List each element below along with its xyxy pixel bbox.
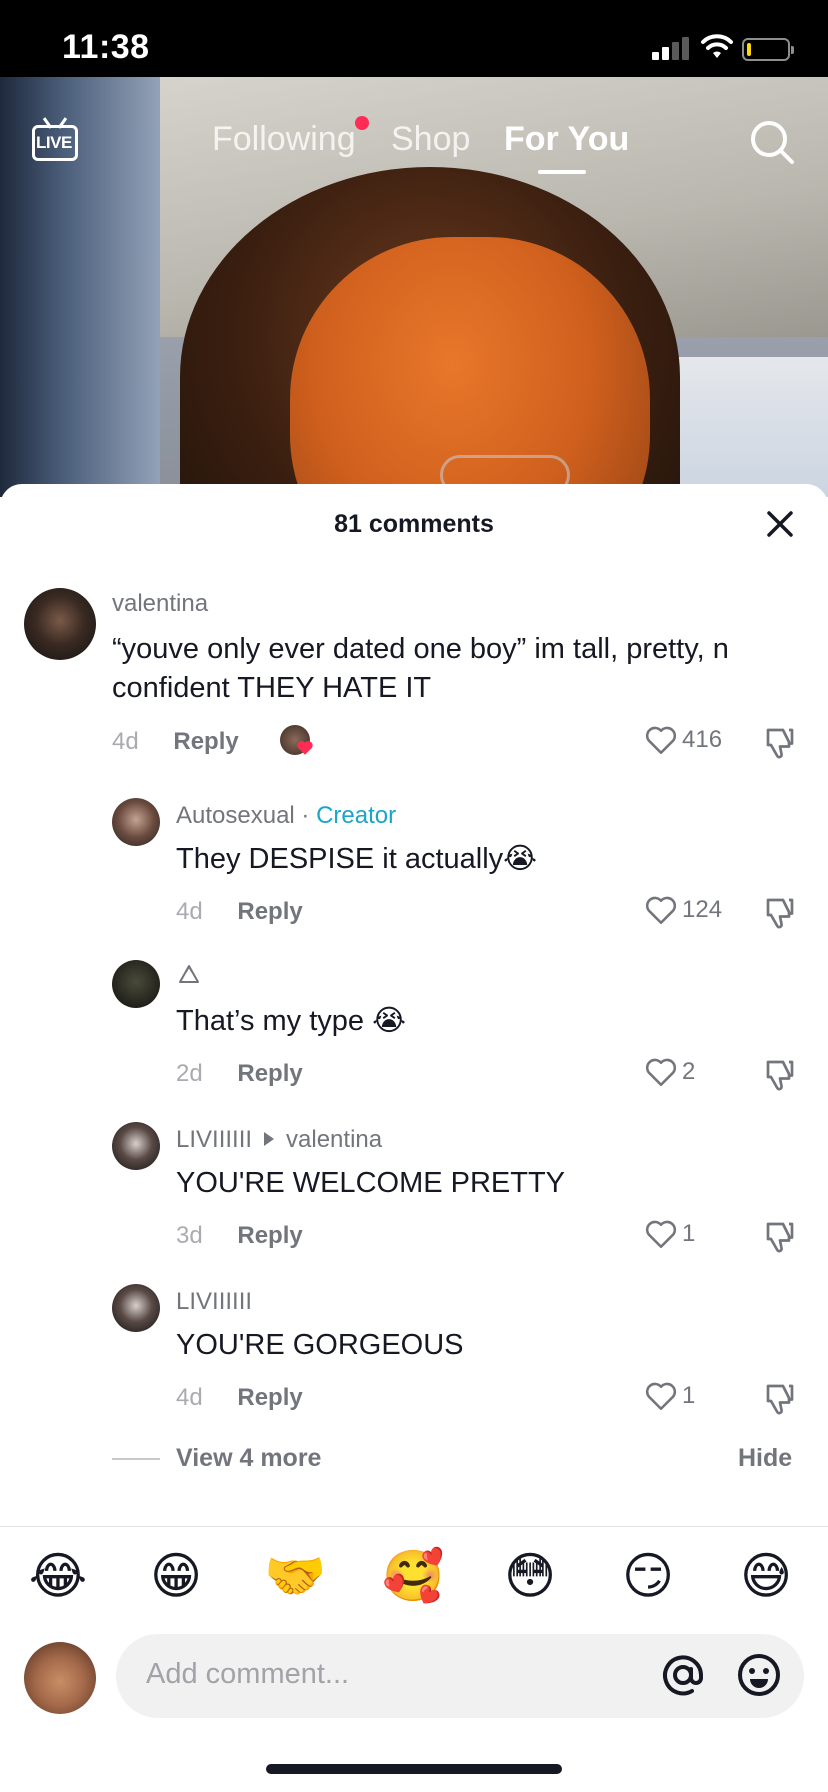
comment-username[interactable]: LIVIIIIII — [176, 1288, 252, 1316]
reply-button[interactable]: Reply — [237, 1222, 302, 1249]
like-button[interactable]: 416 — [644, 722, 734, 758]
close-icon[interactable] — [764, 508, 796, 540]
creator-liked-badge — [280, 725, 314, 759]
emoji-picker-icon[interactable] — [736, 1652, 782, 1698]
username-text[interactable]: LIVIIIIII — [176, 1126, 252, 1153]
comment-text: YOU'RE GORGEOUS — [176, 1329, 464, 1361]
comment-count-title: 81 comments — [334, 510, 494, 538]
comment-input-placeholder: Add comment... — [146, 1658, 350, 1690]
comment-text: “youve only ever dated one boy” im tall,… — [112, 633, 729, 704]
comment-age: 4d — [176, 898, 203, 925]
heart-icon — [297, 741, 313, 755]
view-more-divider — [112, 1458, 160, 1460]
emoji-button[interactable]: 😏 — [618, 1546, 678, 1606]
like-button[interactable]: 1 — [644, 1378, 734, 1414]
username-text[interactable]: Autosexual — [176, 802, 295, 829]
avatar[interactable] — [112, 1122, 160, 1170]
signal-icon — [652, 36, 690, 60]
like-button[interactable]: 124 — [644, 892, 734, 928]
dislike-icon[interactable] — [762, 1380, 798, 1416]
comment-meta: 4d Reply — [176, 1384, 303, 1412]
dislike-icon[interactable] — [762, 894, 798, 930]
reply-to-username[interactable]: valentina — [286, 1126, 382, 1153]
hide-replies-button[interactable]: Hide — [738, 1444, 792, 1473]
dislike-icon[interactable] — [762, 1056, 798, 1092]
comment-username[interactable]: LIVIIIIII valentina — [176, 1126, 382, 1154]
creator-badge: Creator — [316, 802, 397, 829]
avatar[interactable] — [112, 798, 160, 846]
reply-button[interactable]: Reply — [237, 898, 302, 925]
heart-outline-icon — [645, 896, 677, 925]
dislike-icon[interactable] — [762, 1218, 798, 1254]
like-count: 124 — [682, 896, 723, 923]
comment-username[interactable]: valentina — [112, 590, 208, 618]
comment-meta: 2d Reply — [176, 1060, 303, 1088]
emoji-button[interactable]: 😳 — [500, 1546, 560, 1606]
comment-meta: 4d Reply — [176, 898, 303, 926]
like-count: 416 — [682, 726, 723, 753]
comment-meta: 3d Reply — [176, 1222, 303, 1250]
top-nav-tabs: Following Shop For You — [0, 120, 828, 170]
tab-following[interactable]: Following — [212, 120, 356, 159]
heart-outline-icon — [645, 1058, 677, 1087]
like-button[interactable]: 2 — [644, 1054, 734, 1090]
dislike-icon[interactable] — [762, 724, 798, 760]
tab-for-you[interactable]: For You — [504, 120, 629, 159]
active-tab-indicator — [538, 170, 586, 174]
reply-button[interactable]: Reply — [237, 1060, 302, 1087]
my-avatar[interactable] — [24, 1642, 96, 1714]
heart-outline-icon — [645, 1220, 677, 1249]
comment-age: 2d — [176, 1060, 203, 1087]
recycle-icon — [179, 965, 199, 983]
search-icon[interactable] — [748, 118, 796, 166]
reply-button[interactable]: Reply — [173, 728, 238, 755]
mention-icon[interactable] — [660, 1652, 706, 1698]
comment-username[interactable]: Autosexual · Creator — [176, 802, 396, 830]
emoji-button[interactable]: 😁 — [146, 1546, 206, 1606]
emoji-button[interactable]: 🤝 — [264, 1546, 326, 1606]
view-more-replies-button[interactable]: View 4 more — [176, 1444, 321, 1473]
comment-text: That’s my type 😭 — [176, 1005, 406, 1037]
like-button[interactable]: 1 — [644, 1216, 734, 1252]
status-time: 11:38 — [62, 28, 150, 66]
like-count: 1 — [682, 1220, 696, 1247]
username-separator: · — [294, 802, 317, 829]
comment-age: 3d — [176, 1222, 203, 1249]
avatar[interactable] — [112, 960, 160, 1008]
heart-outline-icon — [645, 1382, 677, 1411]
reply-button[interactable]: Reply — [237, 1384, 302, 1411]
tab-shop[interactable]: Shop — [391, 120, 470, 159]
comment-text: YOU'RE WELCOME PRETTY — [176, 1167, 566, 1199]
like-count: 1 — [682, 1382, 696, 1409]
emoji-button[interactable]: 🥰 — [382, 1546, 444, 1606]
notification-dot — [355, 116, 369, 130]
composer-divider — [0, 1526, 828, 1527]
emoji-button[interactable]: 😅 — [736, 1546, 796, 1606]
avatar[interactable] — [112, 1284, 160, 1332]
emoji-button[interactable]: 😂 — [28, 1546, 88, 1606]
wifi-icon — [701, 34, 733, 58]
avatar[interactable] — [24, 588, 96, 660]
comment-age: 4d — [176, 1384, 203, 1411]
status-bar: 11:38 — [0, 0, 828, 77]
home-indicator[interactable] — [266, 1764, 562, 1774]
comment-text: They DESPISE it actually😭 — [176, 843, 538, 875]
heart-outline-icon — [645, 726, 677, 755]
emoji-quick-bar: 😂 😁 🤝 🥰 😳 😏 😅 — [0, 1546, 828, 1616]
reply-arrow-icon — [264, 1132, 275, 1146]
like-count: 2 — [682, 1058, 696, 1085]
battery-icon — [742, 38, 794, 61]
comment-meta: 4d Reply — [112, 728, 239, 756]
comment-age: 4d — [112, 728, 139, 755]
